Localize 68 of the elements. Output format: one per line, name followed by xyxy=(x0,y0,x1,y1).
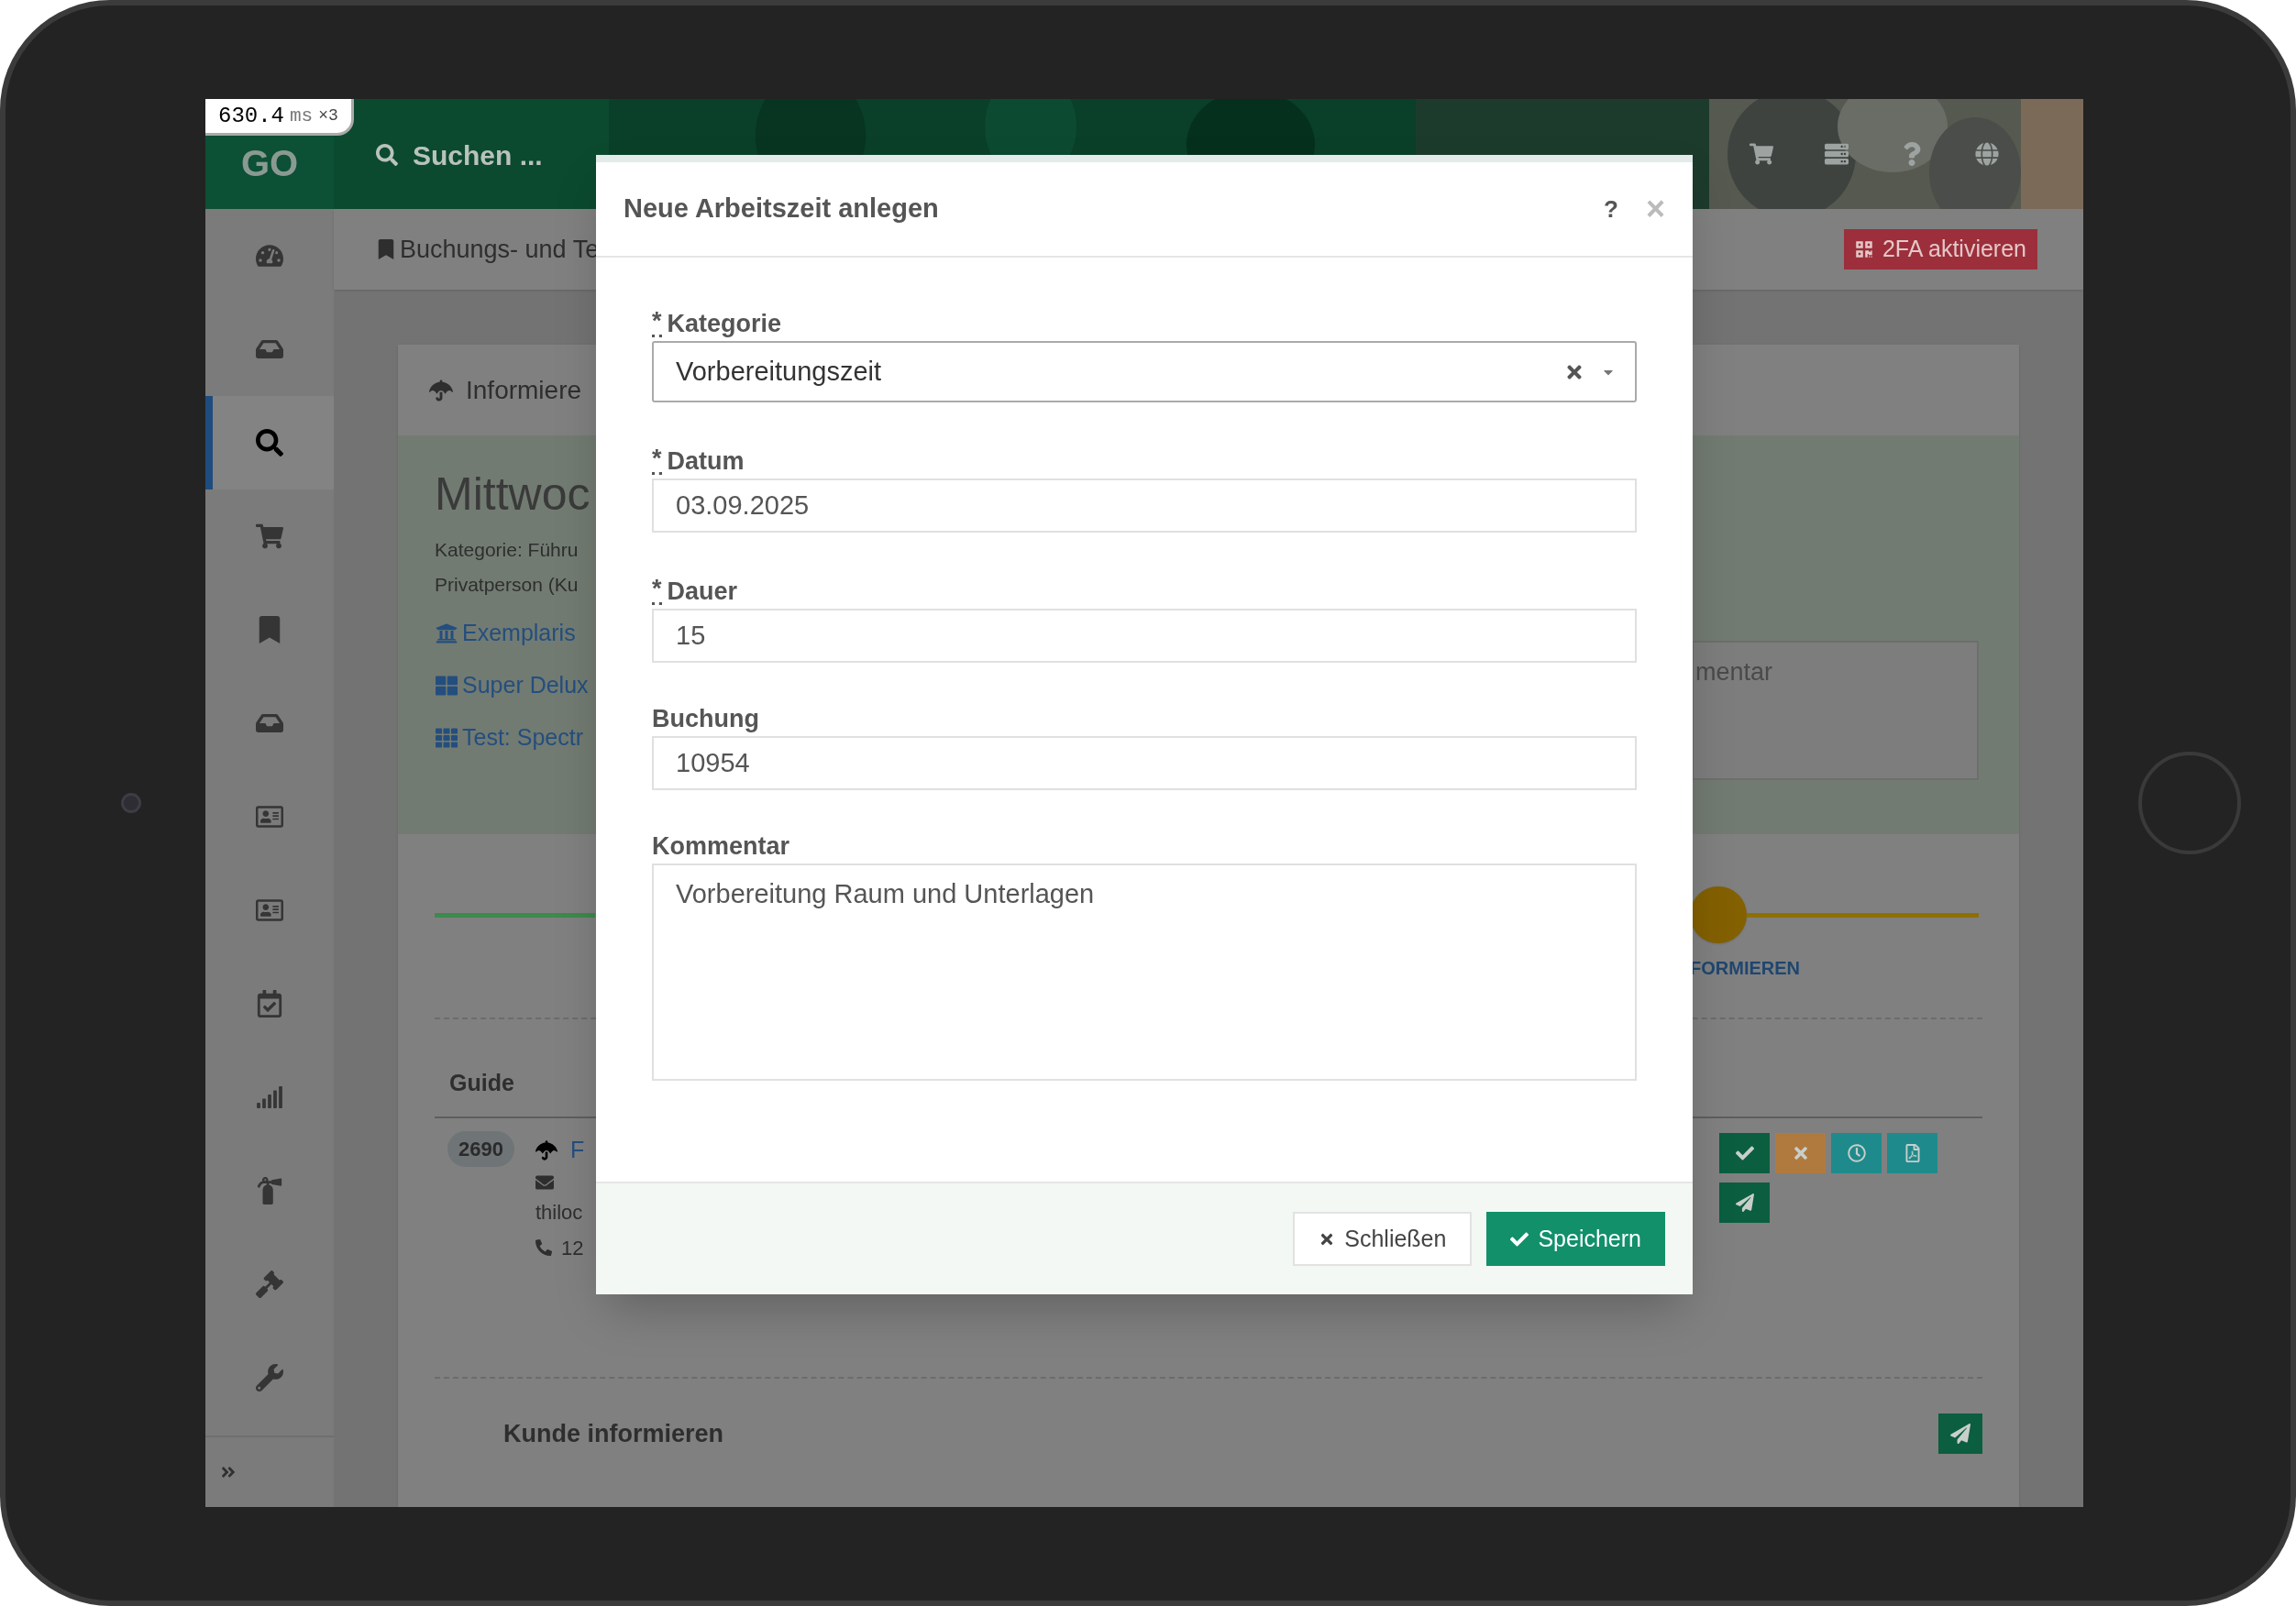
day-heading: Mittwoc xyxy=(435,468,591,522)
camera-icon xyxy=(121,793,141,813)
qr-code-icon xyxy=(1854,240,1873,258)
grid-icon xyxy=(435,726,458,749)
detail-text: Kategorie: Führu xyxy=(435,538,579,562)
search-button[interactable]: Suchen ... xyxy=(376,134,543,176)
detail-text: Privatperson (Ku xyxy=(435,573,579,597)
column-header: Guide xyxy=(449,1068,514,1097)
text-field[interactable]: 10954 xyxy=(652,736,1637,790)
section-title: Kunde informieren xyxy=(503,1418,724,1449)
expand-sidebar-button[interactable] xyxy=(220,1464,237,1480)
gavel-icon xyxy=(256,1270,283,1298)
museum-icon xyxy=(435,622,458,644)
umbrella-icon xyxy=(429,378,453,402)
text-field[interactable]: 15 xyxy=(652,609,1637,663)
cart-icon xyxy=(256,522,283,550)
step-label: FORMIEREN xyxy=(1690,957,1801,980)
sidebar-item[interactable] xyxy=(205,396,334,490)
pdf-button[interactable] xyxy=(1887,1133,1937,1173)
gauge-icon xyxy=(256,242,283,270)
search-icon xyxy=(256,429,283,456)
close-dialog-button[interactable]: Schließen xyxy=(1293,1212,1473,1266)
email-text: thiloc xyxy=(535,1199,584,1226)
required-mark: * xyxy=(652,307,662,337)
server-icon xyxy=(1825,142,1849,166)
field-label: Buchung xyxy=(652,705,759,732)
dialog-title: Neue Arbeitszeit anlegen xyxy=(624,192,939,226)
category-select[interactable]: Vorbereitungszeit xyxy=(652,341,1637,402)
required-mark: * xyxy=(652,575,662,605)
id-card-icon xyxy=(256,896,283,924)
field-label: Kategorie xyxy=(667,310,782,337)
field-label: Kommentar xyxy=(652,832,790,860)
wrench-icon xyxy=(256,1364,283,1392)
performance-badge: 630.4 ms ×3 xyxy=(205,99,354,136)
calendar-check-icon xyxy=(256,990,283,1018)
check-icon xyxy=(1735,1144,1754,1162)
required-mark: * xyxy=(652,445,662,475)
bookmark-icon xyxy=(378,239,394,259)
phone-icon xyxy=(535,1239,552,1256)
clock-icon xyxy=(1847,1144,1866,1162)
fire-extinguisher-icon xyxy=(256,1177,283,1204)
phone-text: 12 xyxy=(561,1235,584,1261)
save-button[interactable]: Speichern xyxy=(1486,1212,1665,1266)
comment-field[interactable]: Vorbereitung Raum und Unterlagen xyxy=(652,864,1637,1081)
globe-icon xyxy=(1975,142,1999,166)
id-card-icon xyxy=(256,803,283,830)
time-button[interactable] xyxy=(1831,1133,1882,1173)
paper-plane-icon xyxy=(1950,1424,1970,1444)
logo[interactable]: GO xyxy=(240,143,299,183)
text-field[interactable]: 03.09.2025 xyxy=(652,478,1637,533)
help-button[interactable]: ? xyxy=(1604,191,1618,227)
confirm-button[interactable] xyxy=(1719,1133,1770,1173)
send-button[interactable] xyxy=(1938,1414,1982,1454)
field-label: Datum xyxy=(667,447,745,475)
grid-icon xyxy=(435,674,458,697)
activate-2fa-button[interactable]: 2FA aktivieren xyxy=(1843,229,2037,270)
toolbar-button[interactable] xyxy=(1973,140,2001,168)
umbrella-icon xyxy=(535,1138,557,1161)
search-icon xyxy=(376,144,398,166)
paper-plane-icon xyxy=(1735,1194,1754,1212)
field-label: Dauer xyxy=(667,578,738,605)
signal-bars-icon xyxy=(256,1084,283,1111)
cancel-button[interactable] xyxy=(1775,1133,1826,1173)
id-badge: 2690 xyxy=(447,1131,514,1167)
card-title: Informiere xyxy=(466,374,582,406)
send-button[interactable] xyxy=(1719,1182,1770,1223)
double-chevron-icon xyxy=(220,1464,237,1480)
cart-icon xyxy=(1750,142,1773,166)
